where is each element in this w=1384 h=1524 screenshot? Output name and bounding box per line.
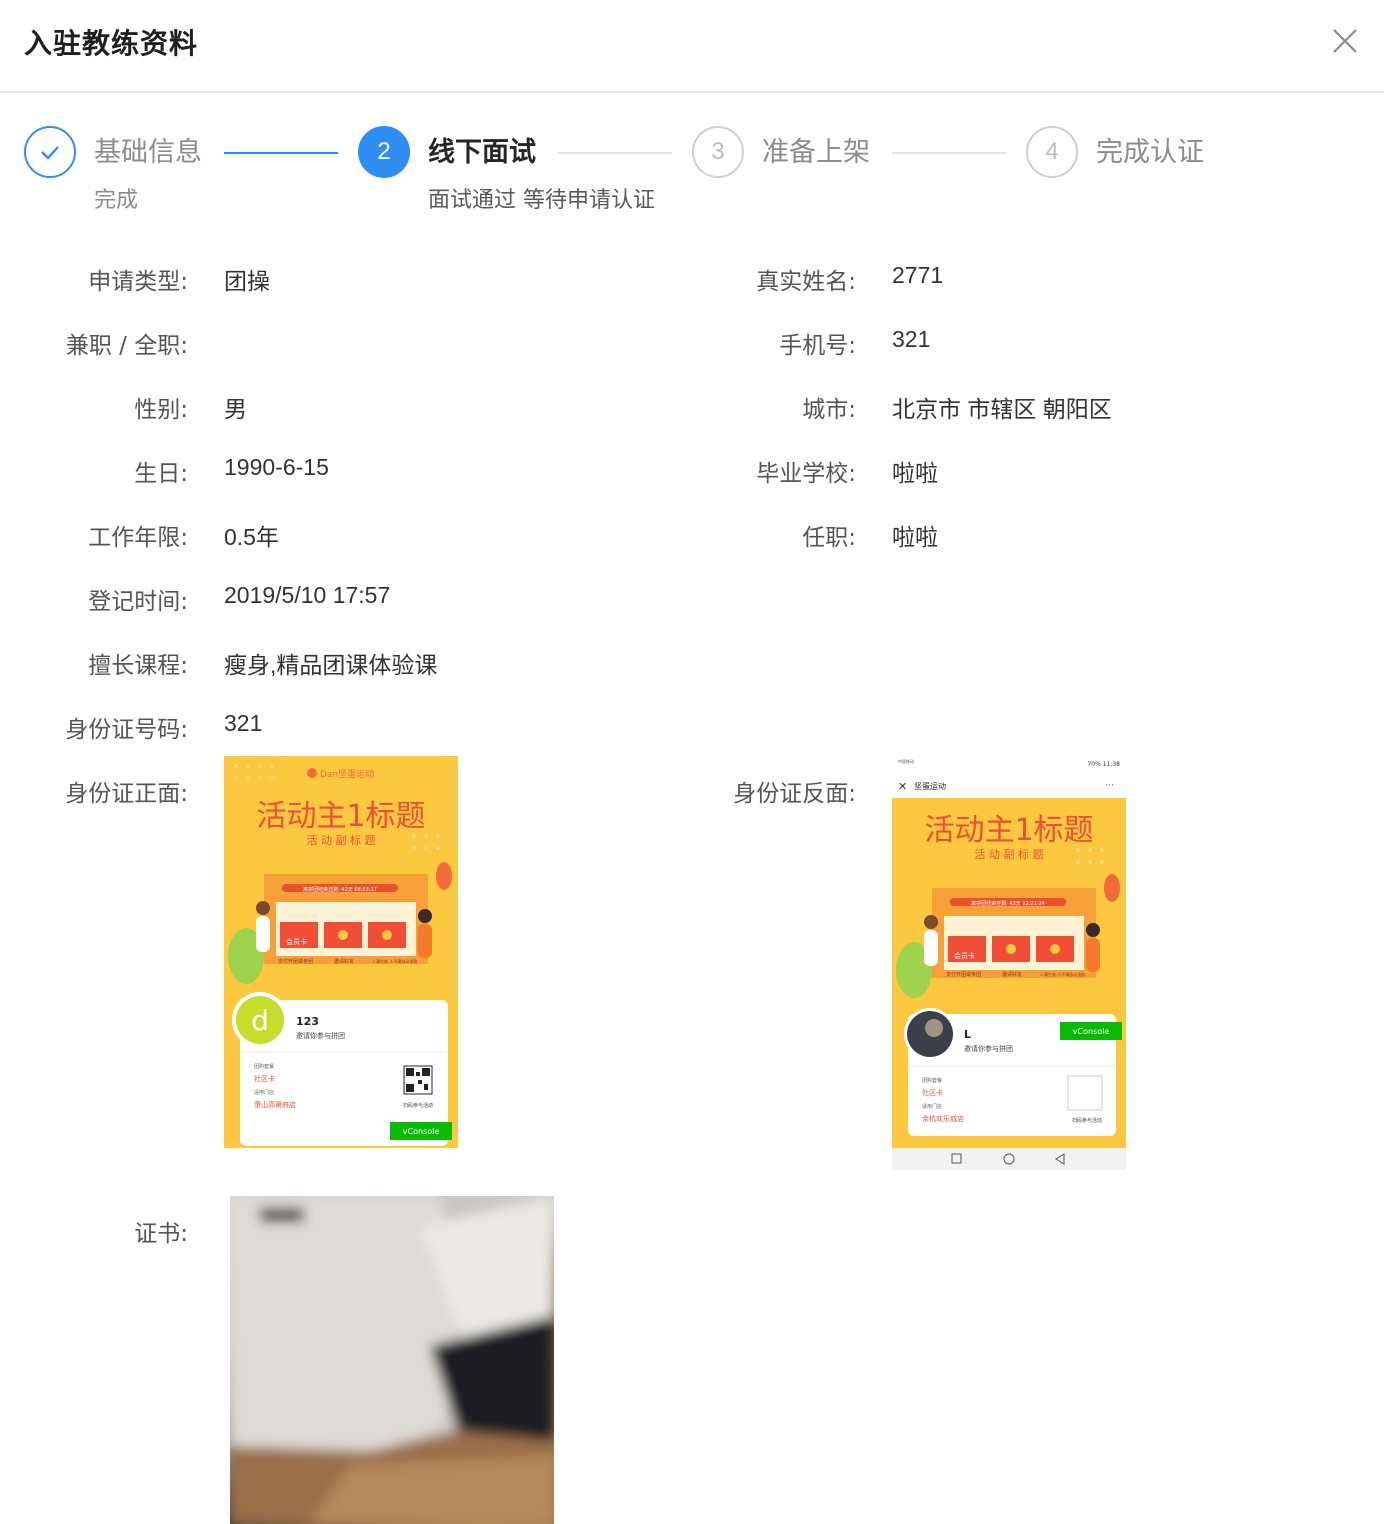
step-4-title: 完成认证: [1096, 137, 1204, 168]
id-front-poster: Dan坚蛋运动 活动主1标题 活 动 副 标 题 离拼团结束还剩: 42天 08…: [224, 756, 458, 1148]
phone-value: 321: [892, 326, 931, 352]
city-value: 北京市 市辖区 朝阳区: [892, 396, 1112, 422]
phone-package-label: 团购套餐: [922, 1077, 942, 1084]
step-3-indicator: 3: [692, 126, 744, 178]
phone-status-bar: 70% 11:38: [1087, 761, 1120, 768]
phone-store-label: 适用门店: [922, 1103, 942, 1110]
birthday-value: 1990-6-15: [224, 454, 329, 480]
phone-store-name: 余杭欢乐城店: [922, 1114, 964, 1123]
gender-label: 性别:: [134, 397, 188, 423]
poster-user-name: 123: [296, 1015, 319, 1028]
poster-subheadline: 活 动 副 标 题: [307, 833, 376, 847]
id-number-value: 321: [224, 710, 263, 736]
employment-type-label: 兼职 / 全职:: [65, 333, 188, 359]
phone-package-name: 社区卡: [922, 1088, 943, 1097]
work-years-value: 0.5年: [224, 524, 279, 550]
phone-user-name: L: [964, 1028, 971, 1041]
phone-countdown: 离拼团结束还剩: 43天 12:21:24: [971, 900, 1045, 907]
poster-vconsole: vConsole: [403, 1127, 440, 1136]
phone-flow-3: 人满生效 人不满自动退款: [1040, 971, 1085, 977]
svg-text:d: d: [251, 1004, 269, 1037]
phone-more-icon: ···: [1105, 781, 1114, 791]
poster-store-name: 萧山高第府店: [254, 1100, 296, 1109]
close-icon[interactable]: [1326, 22, 1364, 60]
phone-app-title: 坚蛋运动: [914, 781, 946, 791]
phone-subheadline: 活 动 副 标 题: [975, 847, 1044, 861]
check-icon: [41, 146, 59, 160]
position-value: 啦啦: [892, 524, 938, 550]
modal-title: 入驻教练资料: [24, 27, 199, 60]
position-label: 任职:: [802, 525, 856, 551]
phone-card-label: 会员卡: [954, 951, 975, 960]
poster-scan-text: 扫码参与活动: [403, 1102, 433, 1109]
real-name-label: 真实姓名:: [756, 269, 856, 295]
gender-value: 男: [224, 396, 247, 422]
step-1-indicator: [24, 126, 76, 178]
phone-label: 手机号:: [779, 333, 856, 359]
brand-logo-icon: [307, 768, 317, 778]
poster-package-label: 团购套餐: [254, 1063, 274, 1070]
id-back-poster: 中国移动 70% 11:38 ✕ 坚蛋运动 ··· 活动主1标题 活 动 副 标…: [892, 756, 1126, 1170]
specialty-courses-label: 擅长课程:: [88, 653, 188, 679]
specialty-courses-value: 瘦身,精品团课体验课: [224, 652, 438, 678]
phone-scan-text: 扫码参与活动: [1072, 1117, 1102, 1124]
step-3-title: 准备上架: [762, 137, 870, 168]
step-connector-3: [892, 152, 1006, 154]
qr-code-icon: [403, 1065, 433, 1095]
poster-card-label: 会员卡: [286, 937, 307, 946]
step-connector-2: [558, 152, 672, 154]
phone-close-icon: ✕: [898, 780, 907, 793]
certificate-photo: [230, 1196, 554, 1524]
qr-placeholder-icon: [1067, 1075, 1103, 1111]
id-front-label: 身份证正面:: [65, 781, 188, 807]
certificate-label: 证书:: [134, 1221, 188, 1247]
poster-package-name: 社区卡: [254, 1074, 275, 1083]
step-2-title: 线下面试: [428, 137, 536, 168]
application-type-label: 申请类型:: [88, 269, 188, 295]
work-years-label: 工作年限:: [88, 525, 188, 551]
phone-carrier: 中国移动: [898, 758, 914, 764]
city-label: 城市:: [802, 397, 856, 423]
poster-countdown: 离拼团结束还剩: 42天 08:53:17: [303, 886, 377, 893]
step-connector-1: [224, 152, 338, 154]
step-2-description: 面试通过 等待申请认证: [428, 188, 655, 213]
phone-vconsole: vConsole: [1073, 1027, 1110, 1036]
phone-invite-text: 邀请你参与拼团: [964, 1044, 1013, 1053]
id-number-label: 身份证号码:: [65, 717, 188, 743]
step-2-indicator: 2: [358, 126, 410, 178]
birthday-label: 生日:: [134, 461, 188, 487]
phone-flow-2: 邀请好友: [1002, 971, 1022, 978]
register-time-value: 2019/5/10 17:57: [224, 582, 391, 608]
modal-header: 入驻教练资料: [0, 0, 1384, 93]
poster-brand: Dan坚蛋运动: [320, 769, 374, 780]
phone-flow-1: 支付开团或参团: [946, 971, 981, 978]
real-name-value: 2771: [892, 262, 944, 288]
id-back-label: 身份证反面:: [733, 781, 856, 807]
phone-headline: 活动主1标题: [924, 813, 1093, 848]
id-front-image[interactable]: Dan坚蛋运动 活动主1标题 活 动 副 标 题 离拼团结束还剩: 42天 08…: [224, 756, 458, 1148]
step-1-description: 完成: [94, 188, 139, 213]
step-4-indicator: 4: [1026, 126, 1078, 178]
step-1-title: 基础信息: [94, 137, 202, 168]
application-type-value: 团操: [224, 268, 270, 294]
poster-flow-2: 邀请好友: [334, 958, 354, 965]
poster-flow-3: 人满生效 人不满自动退款: [372, 958, 417, 964]
school-label: 毕业学校:: [756, 461, 856, 487]
poster-flow-1: 支付开团或参团: [278, 958, 313, 965]
poster-headline: 活动主1标题: [256, 799, 425, 834]
poster-invite-text: 邀请你参与拼团: [296, 1031, 345, 1040]
poster-store-label: 适用门店: [254, 1089, 274, 1096]
id-back-image[interactable]: 中国移动 70% 11:38 ✕ 坚蛋运动 ··· 活动主1标题 活 动 副 标…: [892, 756, 1126, 1170]
school-value: 啦啦: [892, 460, 938, 486]
certificate-image[interactable]: [230, 1196, 554, 1524]
register-time-label: 登记时间:: [88, 589, 188, 615]
